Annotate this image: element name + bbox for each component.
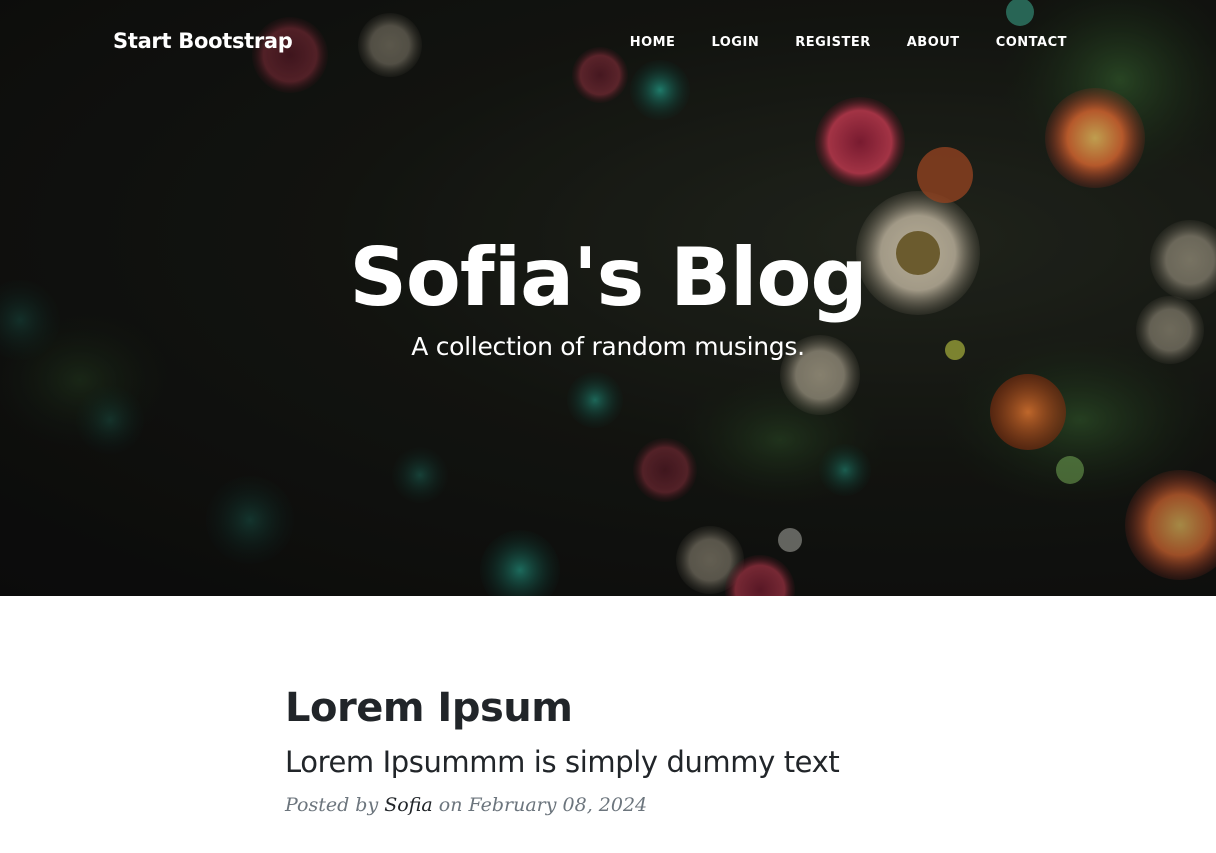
nav-link-home[interactable]: HOME [630,35,676,50]
navbar-brand[interactable]: Start Bootstrap [113,29,293,53]
post-meta-prefix: Posted by [285,794,379,816]
post-subtitle[interactable]: Lorem Ipsummm is simply dummy text [285,742,985,782]
post-meta: Posted by Sofia on February 08, 2024 [285,794,985,816]
nav-link-login[interactable]: LOGIN [711,35,759,50]
post-author-link[interactable]: Sofia [384,794,432,816]
post-date: February 08, 2024 [468,794,648,816]
post-meta-on: on [438,794,463,816]
navbar: Start Bootstrap HOME LOGIN REGISTER ABOU… [0,0,1216,86]
nav-link-contact[interactable]: CONTACT [996,35,1067,50]
post-title[interactable]: Lorem Ipsum [285,682,985,734]
nav-link-about[interactable]: ABOUT [907,35,960,50]
post-preview: Lorem Ipsum Lorem Ipsummm is simply dumm… [285,682,985,816]
hero-subtitle: A collection of random musings. [411,332,805,361]
nav-link-register[interactable]: REGISTER [795,35,871,50]
nav-links: HOME LOGIN REGISTER ABOUT CONTACT [594,35,1067,50]
masthead: Start Bootstrap HOME LOGIN REGISTER ABOU… [0,0,1216,596]
site-heading: Sofia's Blog A collection of random musi… [0,228,1216,361]
hero-title: Sofia's Blog [349,231,867,324]
